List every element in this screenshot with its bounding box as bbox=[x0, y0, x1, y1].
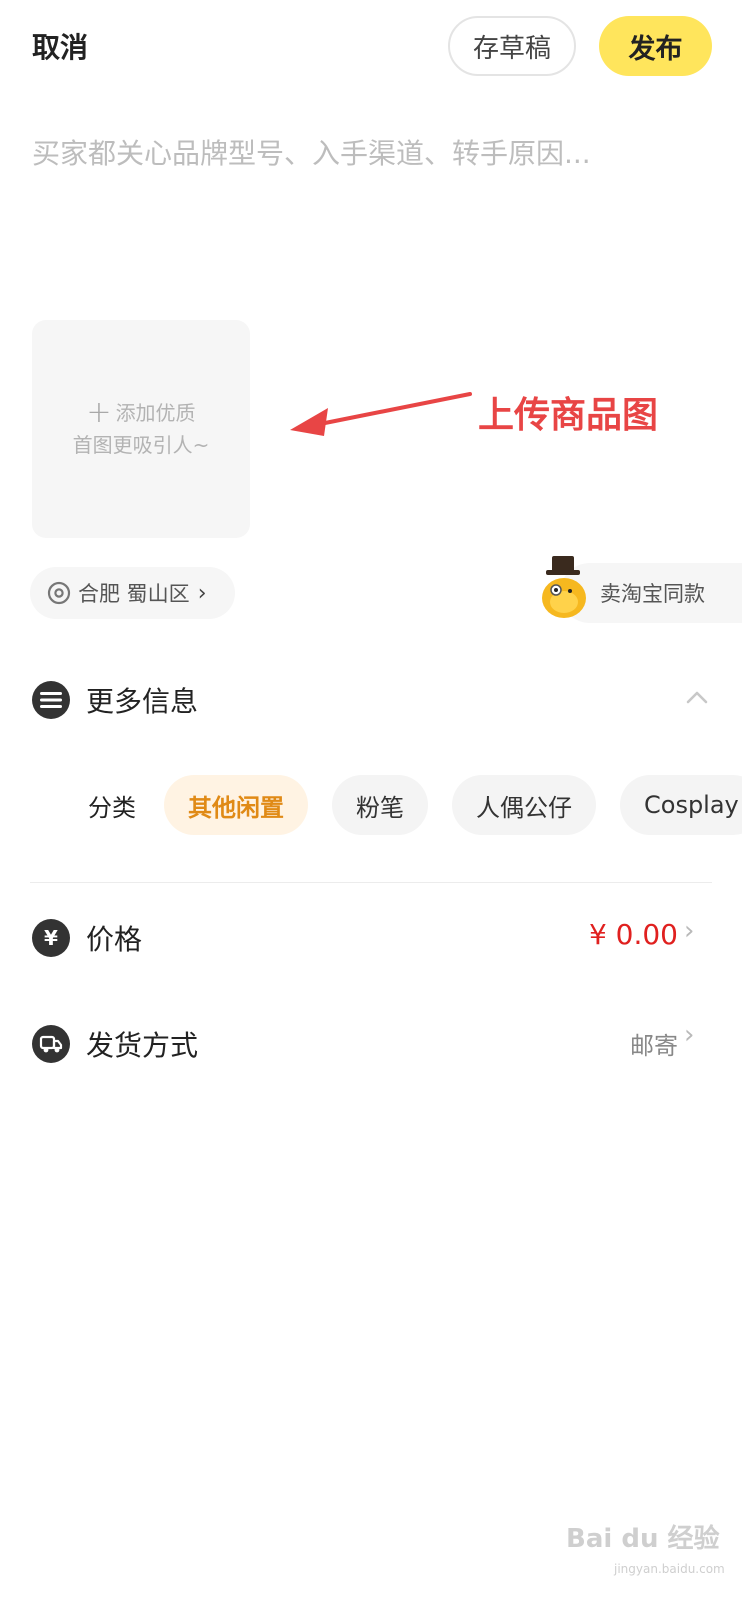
upload-hint-line1: + 添加优质 bbox=[86, 397, 195, 429]
category-chip-chalk[interactable]: 粉笔 bbox=[332, 775, 428, 835]
yen-icon: ¥ bbox=[32, 919, 70, 957]
location-text: 合肥 蜀山区 bbox=[78, 582, 190, 606]
publish-button[interactable]: 发布 bbox=[599, 16, 712, 76]
chevron-right-icon: › bbox=[684, 916, 695, 946]
baidu-watermark: Bai du 经验 bbox=[566, 1518, 720, 1555]
category-row: 分类 其他闲置 粉笔 人偶公仔 Cosplay bbox=[88, 775, 742, 835]
price-value: ¥ 0.00 bbox=[588, 918, 678, 951]
annotation-label: 上传商品图 bbox=[478, 395, 659, 436]
price-row[interactable]: ¥ 价格 bbox=[32, 918, 142, 958]
annotation-arrow-icon bbox=[290, 392, 472, 436]
taobao-label: 卖淘宝同款 bbox=[600, 582, 705, 606]
truck-icon bbox=[32, 1025, 70, 1063]
publish-page: 取消 存草稿 发布 + 添加优质 首图更吸引人~ 上传商品图 合肥 蜀山区 › … bbox=[0, 0, 742, 1599]
shipping-title: 发货方式 bbox=[86, 1029, 199, 1062]
category-chip-cosplay[interactable]: Cosplay bbox=[620, 775, 742, 835]
divider bbox=[30, 882, 712, 883]
location-selector[interactable]: 合肥 蜀山区 › bbox=[30, 567, 235, 619]
chevron-right-icon: › bbox=[197, 580, 207, 606]
shipping-row[interactable]: 发货方式 bbox=[32, 1024, 198, 1064]
more-info-title: 更多信息 bbox=[86, 685, 199, 718]
location-pin-icon bbox=[47, 581, 71, 605]
save-draft-button[interactable]: 存草稿 bbox=[448, 16, 576, 76]
watermark-url: jingyan.baidu.com bbox=[614, 1562, 725, 1576]
chevron-right-icon: › bbox=[684, 1020, 695, 1050]
plus-icon: + bbox=[86, 395, 112, 430]
image-upload-box[interactable]: + 添加优质 首图更吸引人~ bbox=[32, 320, 250, 538]
category-label: 分类 bbox=[88, 793, 136, 822]
category-chip-dolls[interactable]: 人偶公仔 bbox=[452, 775, 596, 835]
mascot-icon bbox=[542, 556, 586, 618]
more-info-header[interactable]: 更多信息 bbox=[32, 680, 198, 720]
watermark-text: Bai du 经验 bbox=[566, 1524, 720, 1554]
chevron-up-icon[interactable] bbox=[686, 690, 708, 704]
cancel-button[interactable]: 取消 bbox=[32, 26, 88, 66]
category-chip-other[interactable]: 其他闲置 bbox=[164, 775, 308, 835]
shipping-value: 邮寄 bbox=[630, 1032, 678, 1060]
upload-hint-text: 添加优质 bbox=[115, 401, 196, 425]
upload-hint-line2: 首图更吸引人~ bbox=[72, 433, 210, 457]
price-title: 价格 bbox=[86, 923, 143, 956]
list-icon bbox=[32, 681, 70, 719]
description-input[interactable] bbox=[32, 132, 712, 282]
